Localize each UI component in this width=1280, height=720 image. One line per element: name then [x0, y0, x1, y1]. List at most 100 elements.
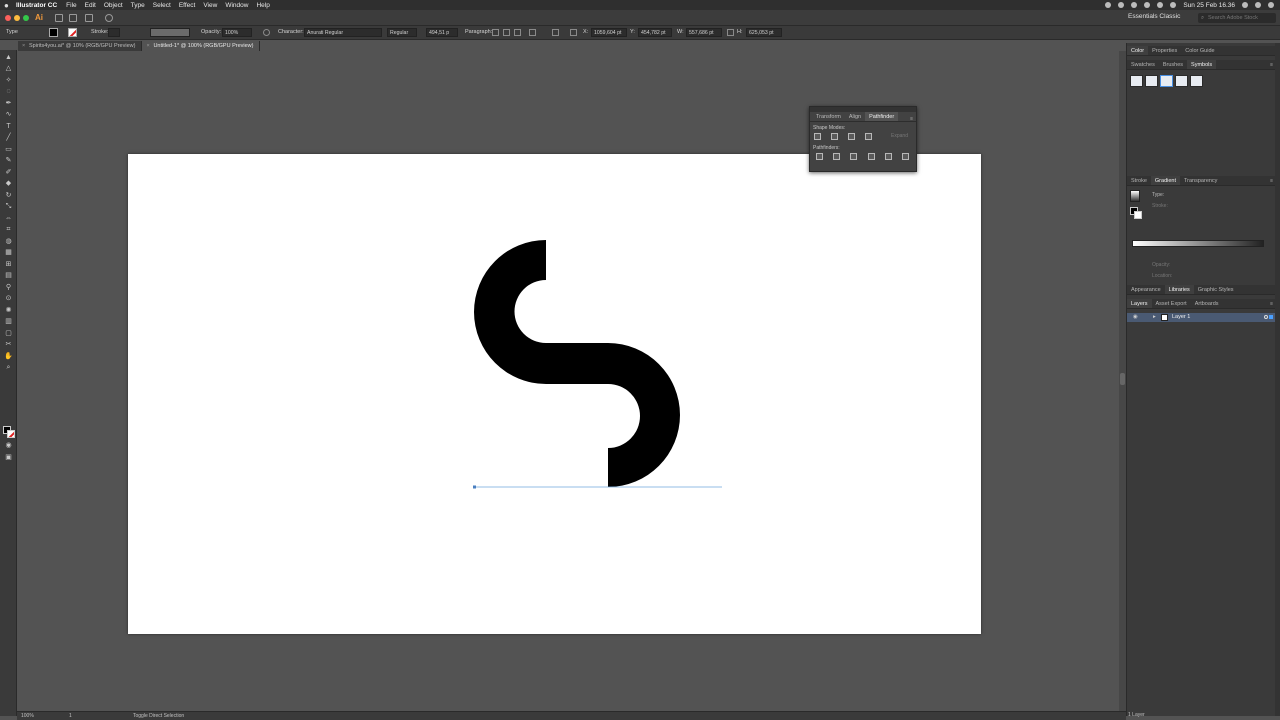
dock-scrollbar[interactable]: [1275, 43, 1280, 716]
stroke-label[interactable]: Stroke:: [91, 29, 108, 35]
panel-menu-icon[interactable]: ≡: [1270, 176, 1273, 186]
line-segment-tool-icon[interactable]: ╱: [4, 134, 13, 142]
opacity-field[interactable]: 100%: [222, 28, 252, 37]
target-layer-icon[interactable]: [1264, 315, 1268, 319]
direct-selection-tool-icon[interactable]: △: [4, 65, 13, 73]
font-family-field[interactable]: Anurati Regular: [304, 28, 382, 37]
intersect-button[interactable]: [848, 133, 855, 140]
status-tool-text[interactable]: Toggle Direct Selection: [133, 713, 184, 719]
creative-cloud-icon[interactable]: [1105, 2, 1112, 8]
align-left-icon[interactable]: [492, 29, 499, 36]
x-field[interactable]: 1059,604 pt: [591, 28, 627, 37]
tab-layers[interactable]: Layers: [1127, 299, 1152, 308]
menu-effect[interactable]: Effect: [179, 2, 196, 9]
tab-graphic-styles[interactable]: Graphic Styles: [1194, 285, 1238, 294]
tab-transform[interactable]: Transform: [812, 112, 845, 121]
outline-button[interactable]: [885, 153, 892, 160]
tab-artboards[interactable]: Artboards: [1191, 299, 1223, 308]
canvas-vertical-scrollbar[interactable]: [1119, 51, 1126, 711]
eyedropper-tool-icon[interactable]: ⚲: [4, 284, 13, 292]
close-tab-icon[interactable]: ×: [22, 41, 25, 51]
screen-mode-icon[interactable]: ▣: [4, 454, 13, 462]
align-center-icon[interactable]: [503, 29, 510, 36]
hand-tool-icon[interactable]: ✋: [4, 353, 13, 361]
tab-color[interactable]: Color: [1127, 46, 1149, 55]
column-graph-tool-icon[interactable]: ▥: [4, 318, 13, 326]
dropbox-icon[interactable]: [1118, 2, 1125, 8]
variable-width-profile[interactable]: [150, 28, 190, 37]
blend-tool-icon[interactable]: ⊙: [4, 295, 13, 303]
artwork-canvas[interactable]: [128, 154, 981, 634]
tab-brushes[interactable]: Brushes: [1159, 60, 1187, 69]
free-transform-tool-icon[interactable]: ⌗: [4, 226, 13, 234]
minus-front-button[interactable]: [831, 133, 838, 140]
zoom-level[interactable]: 100%: [21, 713, 34, 719]
align-right-icon[interactable]: [514, 29, 521, 36]
tab-stroke[interactable]: Stroke: [1127, 176, 1151, 185]
tab-pathfinder[interactable]: Pathfinder: [865, 112, 899, 121]
zoom-window-button[interactable]: [23, 15, 29, 21]
s-glyph-shape[interactable]: [474, 240, 680, 487]
tab-libraries[interactable]: Libraries: [1164, 285, 1194, 294]
symbol-sprayer-tool-icon[interactable]: ✺: [4, 307, 13, 315]
trim-button[interactable]: [833, 153, 840, 160]
tab-swatches[interactable]: Swatches: [1127, 60, 1159, 69]
wifi-icon[interactable]: [1144, 2, 1151, 8]
stroke-weight-field[interactable]: [108, 28, 120, 37]
close-window-button[interactable]: [5, 15, 11, 21]
doc-tab-spirits[interactable]: × Spirits4you.ai* @ 10% (RGB/GPU Preview…: [18, 41, 143, 51]
gradient-preview[interactable]: [1130, 190, 1140, 202]
lasso-tool-icon[interactable]: ◌: [4, 88, 13, 96]
layer-name[interactable]: Layer 1: [1172, 314, 1190, 320]
apple-icon[interactable]: ●: [4, 1, 16, 10]
shape-builder-tool-icon[interactable]: ◍: [4, 238, 13, 246]
baseline-anchor[interactable]: [473, 485, 476, 489]
menu-select[interactable]: Select: [153, 2, 171, 9]
font-style-field[interactable]: Regular: [387, 28, 417, 37]
volume-icon[interactable]: [1157, 2, 1164, 8]
close-tab-icon[interactable]: ×: [146, 41, 149, 51]
eraser-tool-icon[interactable]: ◆: [4, 180, 13, 188]
symbol-swatch[interactable]: [1175, 75, 1188, 87]
slice-tool-icon[interactable]: ✂: [4, 341, 13, 349]
panel-menu-icon[interactable]: ≡: [910, 116, 913, 122]
artboard-navigation[interactable]: 1: [69, 713, 72, 719]
tab-align[interactable]: Align: [845, 112, 865, 121]
transform-reference-icon[interactable]: [552, 29, 559, 36]
menu-file[interactable]: File: [66, 2, 76, 9]
panel-menu-icon[interactable]: ≡: [1270, 299, 1273, 309]
symbol-swatch[interactable]: [1145, 75, 1158, 87]
tools-stroke-swatch[interactable]: [7, 430, 15, 438]
shaper-tool-icon[interactable]: ✐: [4, 169, 13, 177]
opacity-label[interactable]: Opacity:: [201, 29, 221, 35]
font-size-field[interactable]: 494,51 p: [426, 28, 458, 37]
curvature-tool-icon[interactable]: ∿: [4, 111, 13, 119]
symbol-swatch[interactable]: [1160, 75, 1173, 87]
arrange-documents-icon[interactable]: [85, 14, 93, 22]
tab-transparency[interactable]: Transparency: [1180, 176, 1221, 185]
type-tool-icon[interactable]: T: [4, 123, 13, 131]
tab-color-guide[interactable]: Color Guide: [1181, 46, 1218, 55]
align-objects-icon[interactable]: [529, 29, 536, 36]
rectangle-tool-icon[interactable]: ▭: [4, 146, 13, 154]
menu-object[interactable]: Object: [104, 2, 123, 9]
recolor-artwork-icon[interactable]: [263, 29, 270, 36]
width-tool-icon[interactable]: ⇔: [4, 215, 13, 223]
divide-button[interactable]: [816, 153, 823, 160]
layer-row[interactable]: ◉ ▸ Layer 1: [1127, 313, 1275, 322]
reference-point-icon[interactable]: [570, 29, 577, 36]
gradient-tool-icon[interactable]: ▤: [4, 272, 13, 280]
doc-tab-untitled[interactable]: × Untitled-1* @ 100% (RGB/GPU Preview): [142, 41, 261, 51]
bridge-icon[interactable]: [55, 14, 63, 22]
zoom-tool-icon[interactable]: ⌕: [4, 364, 13, 372]
menubar-clock[interactable]: Sun 25 Feb 16.36: [1183, 2, 1235, 9]
tab-gradient[interactable]: Gradient: [1150, 176, 1181, 185]
menu-view[interactable]: View: [203, 2, 217, 9]
app-menu[interactable]: Illustrator CC: [16, 2, 57, 9]
menu-edit[interactable]: Edit: [85, 2, 96, 9]
expand-layer-icon[interactable]: ▸: [1153, 314, 1156, 320]
tab-symbols[interactable]: Symbols: [1187, 60, 1217, 69]
gradient-slider[interactable]: [1132, 240, 1264, 247]
merge-button[interactable]: [850, 153, 857, 160]
minimize-window-button[interactable]: [14, 15, 20, 21]
